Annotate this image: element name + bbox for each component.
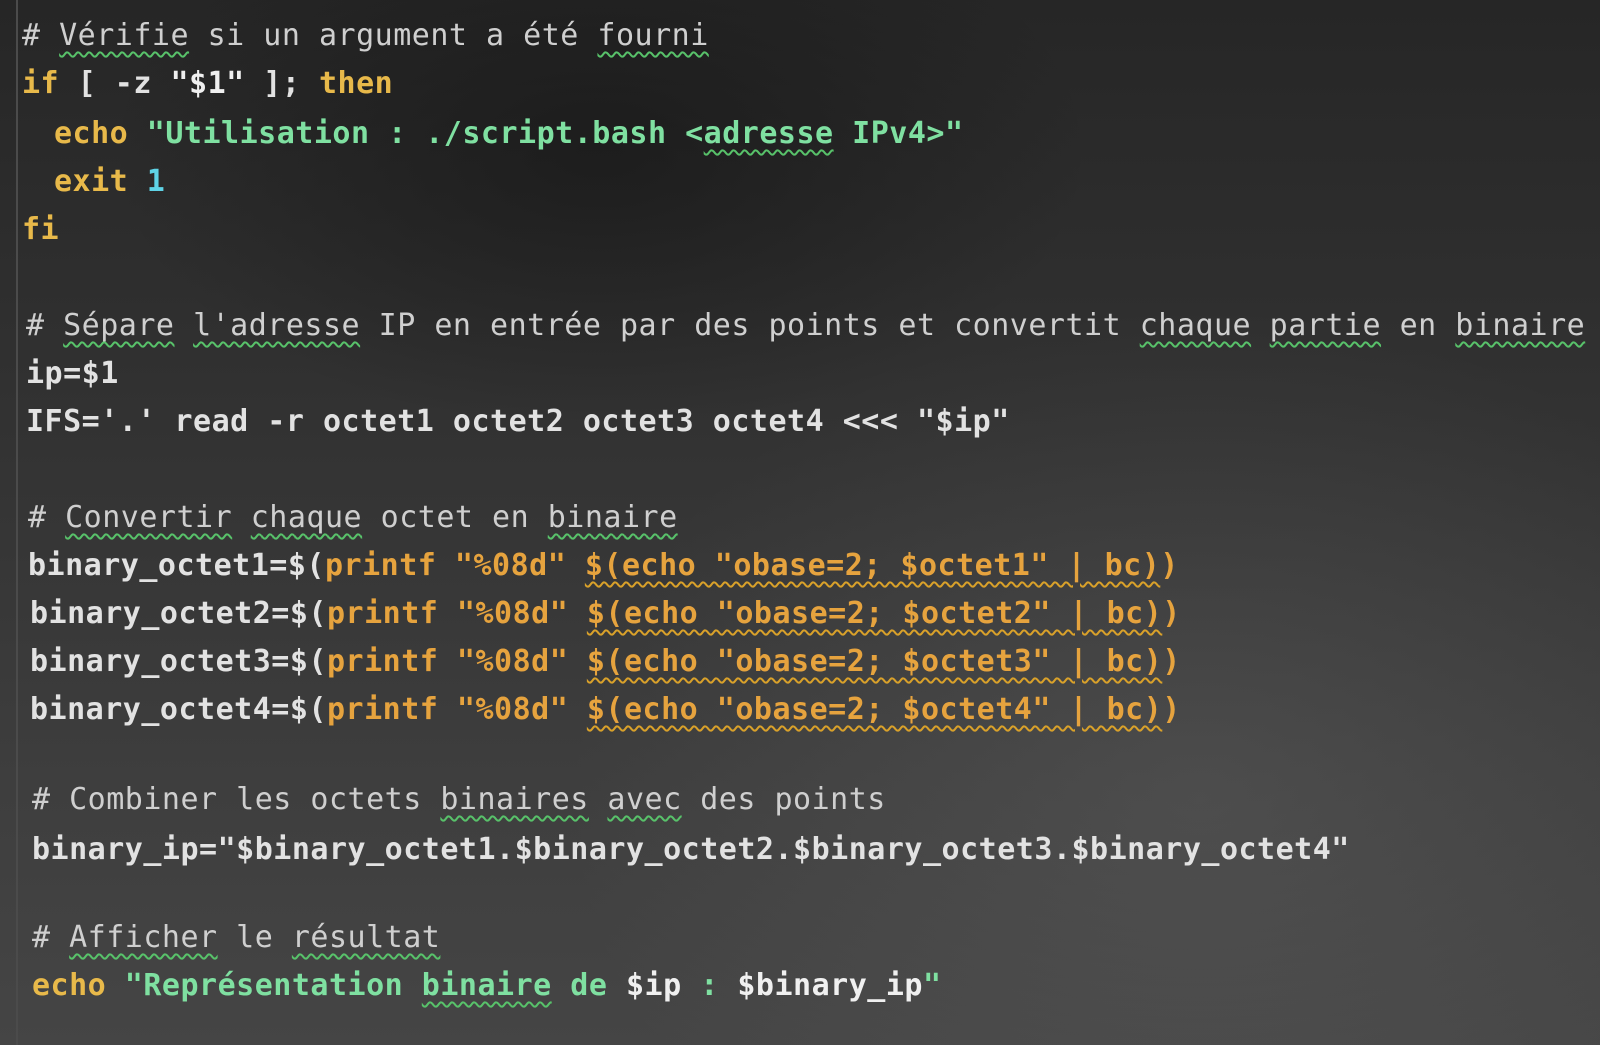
printf-call: printf "%08d" — [326, 692, 587, 727]
keyword: echo — [32, 968, 107, 1003]
code-line-7: ip=$1 — [26, 352, 119, 396]
comment-text: # — [32, 920, 70, 955]
code-text: ) — [1160, 548, 1179, 583]
inspection-warning[interactable]: $(echo "obase=2; $octet4" | bc) — [587, 692, 1162, 727]
string-literal: : — [681, 968, 738, 1003]
code-line-16: # Afficher le résultat — [32, 916, 440, 960]
comment-text: # — [22, 18, 60, 53]
spellcheck-word[interactable]: fourni — [597, 18, 708, 53]
gutter-divider — [16, 0, 18, 1045]
code-line-8: IFS='.' read -r octet1 octet2 octet3 oct… — [26, 400, 1010, 444]
variable-reference: $ip — [625, 968, 682, 1003]
code-line-13: binary_octet4=$(printf "%08d" $(echo "ob… — [30, 688, 1181, 732]
comment-text — [1251, 308, 1270, 343]
spellcheck-word[interactable]: Afficher — [69, 920, 218, 955]
comment-text: des points — [681, 782, 886, 817]
keyword: if — [22, 66, 60, 101]
code-text: ) — [1162, 644, 1181, 679]
spellcheck-word[interactable]: avec — [607, 782, 681, 817]
spellcheck-word[interactable]: résultat — [292, 920, 441, 955]
spellcheck-word[interactable]: Vérifie — [59, 18, 189, 53]
code-line-3: echo "Utilisation : ./script.bash <adres… — [54, 112, 964, 156]
comment-text: # Combiner les octets — [32, 782, 441, 817]
code-line-10: binary_octet1=$(printf "%08d" $(echo "ob… — [28, 544, 1179, 588]
code-text: binary_octet4=$( — [30, 692, 327, 727]
printf-call: printf "%08d" — [326, 644, 587, 679]
comment-text: # — [28, 500, 66, 535]
comment-text: si un argument a été — [189, 18, 598, 53]
comment-text: # — [26, 308, 64, 343]
comment-text: en — [1381, 308, 1456, 343]
comment-text — [232, 500, 251, 535]
editor-screen: # Vérifie si un argument a été fourni if… — [0, 0, 1600, 1045]
spellcheck-word[interactable]: chaque — [251, 500, 362, 535]
code-line-1: # Vérifie si un argument a été fourni — [22, 14, 709, 58]
code-line-14: # Combiner les octets binaires avec des … — [32, 778, 886, 822]
comment-text: le — [217, 920, 292, 955]
spellcheck-word[interactable]: Convertir — [65, 500, 232, 535]
string-literal: " — [922, 968, 942, 1003]
comment-text: octet en — [362, 500, 548, 535]
code-text: ]; — [244, 66, 319, 101]
printf-call: printf "%08d" — [326, 596, 587, 631]
code-line-11: binary_octet2=$(printf "%08d" $(echo "ob… — [30, 592, 1181, 636]
code-line-9: # Convertir chaque octet en binaire — [28, 496, 678, 540]
code-text: ) — [1162, 692, 1181, 727]
comment-text: IP en entrée par des points et convertit — [360, 308, 1140, 343]
code-line-15: binary_ip="$binary_octet1.$binary_octet2… — [32, 828, 1350, 872]
code-line-2: if [ -z "$1" ]; then — [22, 62, 393, 106]
code-text: binary_octet3=$( — [30, 644, 327, 679]
string-literal: de — [551, 968, 626, 1003]
spellcheck-word[interactable]: adresse — [704, 116, 834, 151]
code-line-17: echo "Représentation binaire de $ip : $b… — [32, 964, 942, 1008]
code-line-6: # Sépare l'adresse IP en entrée par des … — [26, 304, 1585, 348]
spellcheck-word[interactable]: binaire — [1455, 308, 1585, 343]
keyword: exit — [54, 164, 129, 199]
comment-text — [589, 782, 608, 817]
spellcheck-word[interactable]: binaires — [440, 782, 589, 817]
code-line-4: exit 1 — [54, 160, 165, 204]
string-literal: IPv4>" — [833, 116, 964, 151]
spellcheck-word[interactable]: partie — [1270, 308, 1381, 343]
spellcheck-word[interactable]: chaque — [1140, 308, 1251, 343]
code-text: ) — [1162, 596, 1181, 631]
code-text: ip=$1 — [26, 356, 119, 391]
code-editor[interactable]: # Vérifie si un argument a été fourni if… — [22, 6, 1585, 1036]
keyword: echo — [54, 116, 129, 151]
comment-text — [175, 308, 194, 343]
inspection-warning[interactable]: $(echo "obase=2; $octet1" | bc) — [585, 548, 1160, 583]
keyword: fi — [22, 212, 60, 247]
spellcheck-word[interactable]: l'adresse — [193, 308, 360, 343]
string-literal: "$1" — [170, 66, 245, 101]
code-text: binary_octet1=$( — [28, 548, 325, 583]
code-text: binary_ip="$binary_octet1.$binary_octet2… — [32, 832, 1350, 867]
spellcheck-word[interactable]: binaire — [548, 500, 678, 535]
spellcheck-word[interactable]: binaire — [422, 968, 552, 1003]
code-line-5: fi — [22, 208, 59, 252]
code-text: [ -z — [59, 66, 171, 101]
code-text: IFS='.' read -r octet1 octet2 octet3 oct… — [26, 404, 1010, 439]
keyword: then — [319, 66, 394, 101]
code-text: binary_octet2=$( — [30, 596, 327, 631]
inspection-warning[interactable]: $(echo "obase=2; $octet2" | bc) — [587, 596, 1162, 631]
inspection-warning[interactable]: $(echo "obase=2; $octet3" | bc) — [587, 644, 1162, 679]
string-literal: "Représentation — [106, 968, 422, 1003]
spellcheck-word[interactable]: Sépare — [63, 308, 174, 343]
variable-reference: $binary_ip — [737, 968, 923, 1003]
number-literal: 1 — [128, 164, 166, 199]
code-line-12: binary_octet3=$(printf "%08d" $(echo "ob… — [30, 640, 1181, 684]
string-literal: "Utilisation : ./script.bash < — [128, 116, 704, 151]
printf-call: printf "%08d" — [324, 548, 585, 583]
